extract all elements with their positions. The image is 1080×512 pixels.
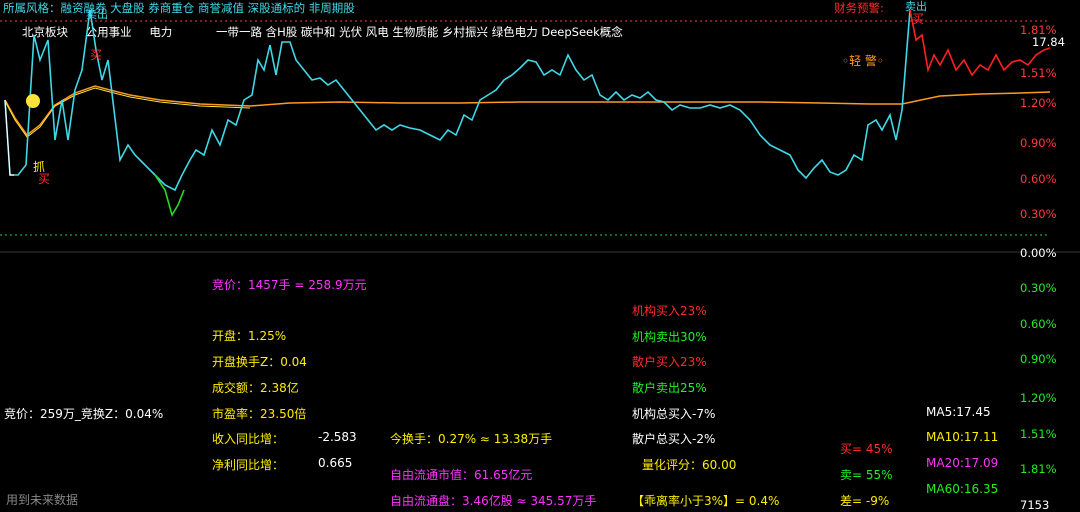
ma10-stat: MA10:17.11 — [926, 430, 999, 444]
ma5-stat: MA5:17.45 — [926, 405, 991, 419]
axis-label-neg5: 1.51% — [1020, 427, 1057, 441]
inst-sell-stat: 机构卖出30% — [632, 330, 707, 344]
buy-marker-top-left: 买 — [90, 48, 103, 62]
axis-label-neg3: 0.90% — [1020, 352, 1057, 366]
buy-marker-left: 买 — [38, 172, 51, 186]
buy-pct-stat: 买= 45% — [840, 442, 893, 456]
warning-marker: ◦轻 警◦ — [842, 54, 884, 68]
inst-buy-stat: 机构买入23% — [632, 304, 707, 318]
axis-label-3: 0.90% — [1020, 136, 1057, 150]
axis-label-4: 0.60% — [1020, 172, 1057, 186]
diff-pct-stat: 差= -9% — [840, 494, 890, 508]
axis-label-neg6: 1.81% — [1020, 462, 1057, 476]
open-turnover-stat: 开盘换手Z：0.04 — [212, 355, 307, 369]
axis-label-5: 0.30% — [1020, 207, 1057, 221]
axis-label-1: 1.51% — [1020, 66, 1057, 80]
price-line-main — [4, 9, 911, 192]
turnover-now-stat: 今换手：0.27% ≈ 13.38万手 — [390, 432, 553, 446]
deviation-stat: 【乖离率小于3%】= 0.4% — [632, 494, 780, 508]
ma60-stat: MA60:16.35 — [926, 482, 999, 496]
auction-stat: 竞价：1457手 = 258.9万元 — [212, 278, 367, 292]
buy-marker-top-right: 买 — [912, 12, 925, 26]
float-value-stat: 自由流通市值：61.65亿元 — [390, 468, 533, 482]
revenue-label: 收入同比增： — [212, 432, 285, 446]
axis-label-price: 17.84 — [1032, 35, 1065, 49]
axis-label-neg1: 0.30% — [1020, 281, 1057, 295]
axis-label-2: 1.20% — [1020, 96, 1057, 110]
revenue-value: -2.583 — [318, 430, 357, 444]
axis-label-zero: 0.00% — [1020, 246, 1057, 260]
retail-sell-stat: 散户卖出25% — [632, 381, 707, 395]
open-stat: 开盘：1.25% — [212, 329, 287, 343]
future-data-note: 用到未来数据 — [6, 493, 79, 507]
ma20-stat: MA20:17.09 — [926, 456, 999, 470]
smiley-icon — [26, 94, 40, 108]
auction-left-stat: 竞价：259万_竞换Z：0.04% — [4, 407, 164, 421]
profit-label: 净利同比增： — [212, 458, 285, 472]
quant-score-stat: 量化评分：60.00 — [642, 458, 737, 472]
profit-value: 0.665 — [318, 456, 353, 470]
average-price-line-alt — [4, 87, 251, 138]
sell-marker-top-left: 卖出 — [86, 8, 108, 21]
axis-label-volume: 7153 — [1020, 498, 1050, 512]
axis-label-neg2: 0.60% — [1020, 317, 1057, 331]
pe-stat: 市盈率：23.50倍 — [212, 407, 307, 421]
retail-total-stat: 散户总买入-2% — [632, 432, 716, 446]
float-shares-stat: 自由流通盘：3.46亿股 ≈ 345.57万手 — [390, 494, 597, 508]
inst-total-stat: 机构总买入-7% — [632, 407, 716, 421]
price-line-open-segment — [4, 99, 14, 176]
volume-stat: 成交额：2.38亿 — [212, 381, 299, 395]
sell-pct-stat: 卖= 55% — [840, 468, 893, 482]
axis-label-neg4: 1.20% — [1020, 391, 1057, 405]
retail-buy-stat: 散户买入23% — [632, 355, 707, 369]
